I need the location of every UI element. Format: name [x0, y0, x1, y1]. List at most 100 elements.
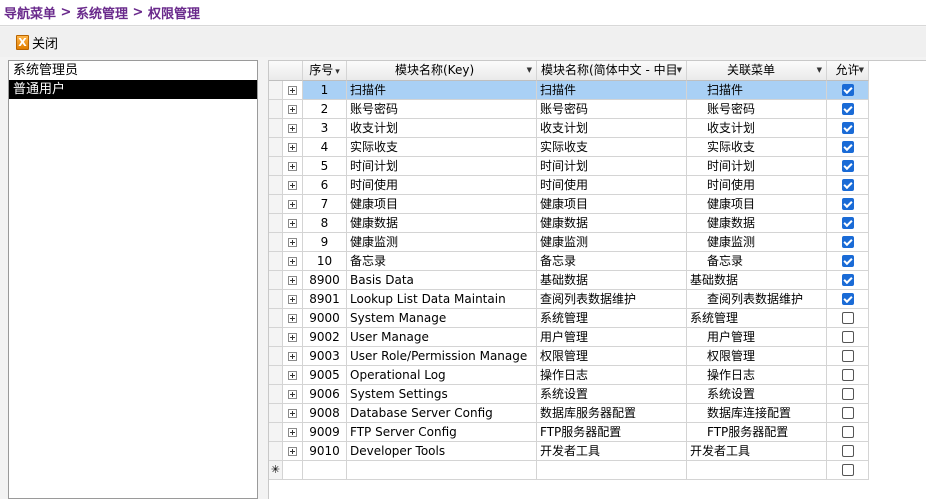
- cell-seq[interactable]: 4: [303, 138, 347, 157]
- expand-plus-icon[interactable]: [288, 104, 297, 114]
- cell-allow[interactable]: [827, 328, 869, 347]
- row-expander-cell[interactable]: [283, 404, 303, 423]
- row-indicator[interactable]: [269, 404, 283, 423]
- expand-plus-icon[interactable]: [288, 446, 297, 456]
- expand-plus-icon[interactable]: [288, 180, 297, 190]
- cell-related-menu[interactable]: 健康项目: [687, 195, 827, 214]
- expand-plus-icon[interactable]: [288, 370, 297, 380]
- cell-module-cn[interactable]: 系统管理: [537, 309, 687, 328]
- table-row[interactable]: 8901 Lookup List Data Maintain 查阅列表数据维护 查阅列…: [269, 290, 926, 309]
- cell-allow[interactable]: [827, 423, 869, 442]
- cell-module-cn[interactable]: 收支计划: [537, 119, 687, 138]
- allow-checkbox[interactable]: [841, 464, 854, 476]
- cell-seq[interactable]: 6: [303, 176, 347, 195]
- allow-checkbox[interactable]: [841, 179, 854, 191]
- allow-checkbox[interactable]: [841, 445, 854, 457]
- cell-related-menu[interactable]: 实际收支: [687, 138, 827, 157]
- cell-seq[interactable]: 9: [303, 233, 347, 252]
- cell-allow[interactable]: [827, 195, 869, 214]
- cell-related-menu[interactable]: 时间使用: [687, 176, 827, 195]
- cell-module-key[interactable]: Basis Data: [347, 271, 537, 290]
- row-indicator[interactable]: [269, 252, 283, 271]
- expand-plus-icon[interactable]: [288, 161, 297, 171]
- cell-allow[interactable]: [827, 347, 869, 366]
- row-expander-cell[interactable]: [283, 328, 303, 347]
- table-row[interactable]: 4 实际收支 实际收支 实际收支: [269, 138, 926, 157]
- row-expander-cell[interactable]: [283, 214, 303, 233]
- row-indicator[interactable]: [269, 100, 283, 119]
- table-row[interactable]: 8 健康数据 健康数据 健康数据: [269, 214, 926, 233]
- cell-related-menu[interactable]: 健康监测: [687, 233, 827, 252]
- row-expander-cell[interactable]: [283, 100, 303, 119]
- cell-module-cn[interactable]: 时间计划: [537, 157, 687, 176]
- table-row[interactable]: 9000 System Manage 系统管理 系统管理: [269, 309, 926, 328]
- cell-seq[interactable]: 8900: [303, 271, 347, 290]
- cell-related-menu[interactable]: FTP服务器配置: [687, 423, 827, 442]
- row-expander-cell[interactable]: [283, 347, 303, 366]
- cell-module-key[interactable]: 健康数据: [347, 214, 537, 233]
- cell-module-cn[interactable]: 健康监测: [537, 233, 687, 252]
- cell-module-cn[interactable]: 开发者工具: [537, 442, 687, 461]
- cell-allow[interactable]: [827, 100, 869, 119]
- cell-module-key[interactable]: 时间计划: [347, 157, 537, 176]
- column-header-key[interactable]: 模块名称(Key) ▼: [347, 61, 537, 81]
- cell-module-key[interactable]: System Settings: [347, 385, 537, 404]
- filter-chevron-icon[interactable]: ▼: [527, 61, 532, 80]
- table-row[interactable]: 9003 User Role/Permission Manage 权限管理 权限管理: [269, 347, 926, 366]
- cell-module-key[interactable]: System Manage: [347, 309, 537, 328]
- cell-module-key[interactable]: FTP Server Config: [347, 423, 537, 442]
- table-row[interactable]: 9010 Developer Tools 开发者工具 开发者工具: [269, 442, 926, 461]
- cell-seq[interactable]: 5: [303, 157, 347, 176]
- expand-plus-icon[interactable]: [288, 313, 297, 323]
- cell-module-cn[interactable]: 操作日志: [537, 366, 687, 385]
- table-row[interactable]: 1 扫描件 扫描件 扫描件: [269, 81, 926, 100]
- row-indicator[interactable]: [269, 347, 283, 366]
- breadcrumb-item-nav-menu[interactable]: 导航菜单: [4, 3, 56, 22]
- cell-module-key[interactable]: User Role/Permission Manage: [347, 347, 537, 366]
- cell-related-menu[interactable]: 扫描件: [687, 81, 827, 100]
- cell-seq[interactable]: 3: [303, 119, 347, 138]
- expand-plus-icon[interactable]: [288, 294, 297, 304]
- expand-plus-icon[interactable]: [288, 199, 297, 209]
- allow-checkbox[interactable]: [841, 103, 854, 115]
- cell-seq[interactable]: 9000: [303, 309, 347, 328]
- cell-related-menu[interactable]: 收支计划: [687, 119, 827, 138]
- cell-module-cn[interactable]: 备忘录: [537, 252, 687, 271]
- column-header-cn[interactable]: 模块名称(简体中文 - 中目 ▼: [537, 61, 687, 81]
- allow-checkbox[interactable]: [841, 255, 854, 267]
- cell-related-menu[interactable]: 用户管理: [687, 328, 827, 347]
- cell-related-menu[interactable]: 系统管理: [687, 309, 827, 328]
- expand-plus-icon[interactable]: [288, 85, 297, 95]
- allow-checkbox[interactable]: [841, 236, 854, 248]
- cell-module-key[interactable]: Lookup List Data Maintain: [347, 290, 537, 309]
- cell-seq[interactable]: 8: [303, 214, 347, 233]
- expand-plus-icon[interactable]: [288, 427, 297, 437]
- row-expander-cell[interactable]: [283, 81, 303, 100]
- allow-checkbox[interactable]: [841, 122, 854, 134]
- cell-seq[interactable]: 9009: [303, 423, 347, 442]
- cell-module-key[interactable]: 账号密码: [347, 100, 537, 119]
- role-item[interactable]: 普通用户: [9, 80, 257, 99]
- cell-related-menu[interactable]: 时间计划: [687, 157, 827, 176]
- cell-module-key[interactable]: 实际收支: [347, 138, 537, 157]
- table-row[interactable]: 10 备忘录 备忘录 备忘录: [269, 252, 926, 271]
- allow-checkbox[interactable]: [841, 198, 854, 210]
- cell-allow[interactable]: [827, 214, 869, 233]
- cell-module-key[interactable]: 收支计划: [347, 119, 537, 138]
- column-header-allow[interactable]: 允许 ▼: [827, 61, 869, 81]
- new-row-allow[interactable]: [827, 461, 869, 480]
- allow-checkbox[interactable]: [841, 369, 854, 381]
- row-expander-cell[interactable]: [283, 366, 303, 385]
- cell-seq[interactable]: 9008: [303, 404, 347, 423]
- cell-allow[interactable]: [827, 385, 869, 404]
- filter-chevron-icon[interactable]: ▼: [859, 61, 864, 80]
- row-expander-cell[interactable]: [283, 138, 303, 157]
- allow-checkbox[interactable]: [841, 350, 854, 362]
- cell-allow[interactable]: [827, 81, 869, 100]
- cell-module-key[interactable]: 备忘录: [347, 252, 537, 271]
- expand-plus-icon[interactable]: [288, 142, 297, 152]
- cell-allow[interactable]: [827, 442, 869, 461]
- cell-related-menu[interactable]: 账号密码: [687, 100, 827, 119]
- table-row[interactable]: 9009 FTP Server Config FTP服务器配置 FTP服务器配置: [269, 423, 926, 442]
- new-row-key[interactable]: [347, 461, 537, 480]
